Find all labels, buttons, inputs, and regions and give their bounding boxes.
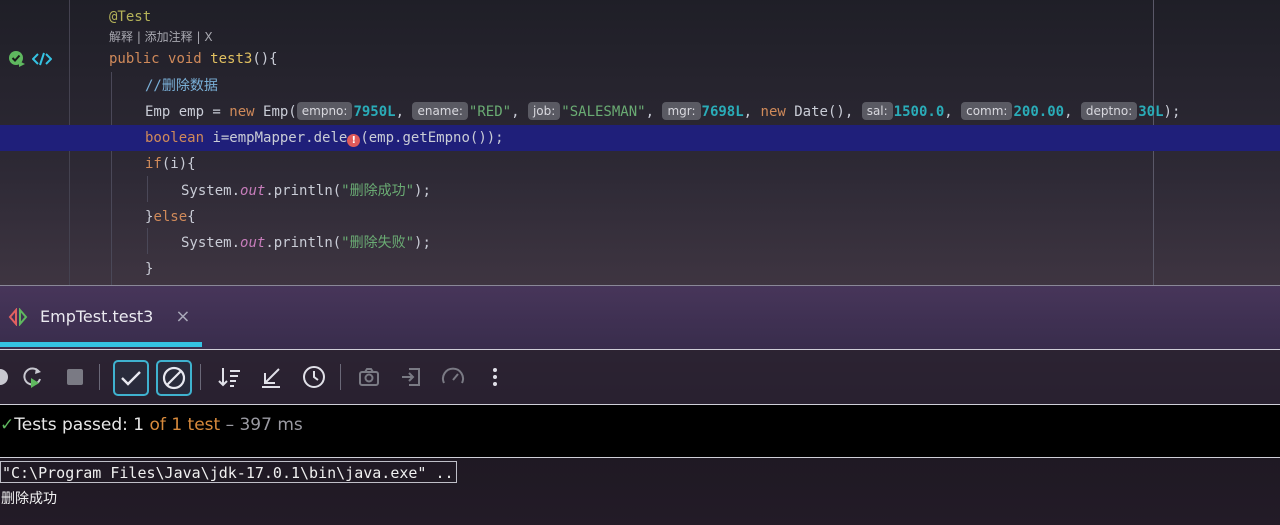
field-ref: out [240, 235, 266, 251]
code-editor[interactable]: @Test 解释 | 添加注释 | X public void test3(){… [0, 0, 1280, 285]
tab-title: EmpTest.test3 [40, 307, 154, 326]
argument-value: 1500.0 [893, 104, 945, 120]
keyword: new [229, 104, 255, 120]
code-text: .println( [265, 183, 342, 199]
console-output[interactable]: "C:\Program Files\Java\jdk-17.0.1\bin\ja… [0, 458, 1280, 525]
code-text: ); [1163, 104, 1181, 120]
tests-status: ✓Tests passed: 1 of 1 test – 397 ms [0, 415, 303, 435]
run-tabbar: EmpTest.test3 × [0, 286, 1280, 349]
annotation: @Test [109, 9, 152, 25]
error-bulb-icon[interactable]: ! [347, 134, 361, 147]
console-output-line: 删除成功 [1, 491, 57, 507]
parameter-hint: mgr: [662, 102, 701, 120]
test-results-bar: ✓Tests passed: 1 of 1 test – 397 ms [0, 404, 1280, 458]
parameter-hint: job: [527, 102, 561, 120]
import-icon[interactable] [397, 363, 425, 391]
close-icon[interactable]: × [175, 306, 190, 327]
status-passed-count: 1 [133, 415, 145, 435]
toolbar-separator [200, 364, 201, 390]
parameter-hint: sal: [861, 102, 893, 120]
sort-icon[interactable] [215, 363, 243, 391]
show-passed-icon[interactable] [113, 360, 149, 396]
code-text: System. [181, 235, 241, 251]
code-text: Emp emp = [145, 104, 230, 120]
code-text: System. [181, 183, 241, 199]
field-ref: out [240, 183, 266, 199]
code-text: (i){ [161, 156, 196, 172]
keyword: if [145, 156, 162, 172]
string-literal: "删除成功" [341, 183, 415, 199]
argument-value: new Date() [760, 104, 845, 120]
code-line[interactable]: public void test3(){ [0, 46, 1280, 72]
coverage-icon[interactable] [439, 363, 467, 391]
string-literal: "删除失败" [341, 235, 415, 251]
status-prefix: Tests passed: [14, 415, 134, 435]
run-icon[interactable] [0, 363, 14, 391]
argument-value: "RED" [468, 104, 512, 120]
keyword: boolean [145, 130, 205, 146]
code-text: i=empMapper.dele [204, 130, 348, 146]
code-text: Emp( [254, 104, 297, 120]
parameter-hint: comm: [961, 102, 1013, 120]
command-line[interactable]: "C:\Program Files\Java\jdk-17.0.1\bin\ja… [0, 461, 457, 483]
code-line[interactable]: }else{ [0, 204, 1280, 230]
argument-value: 200.00 [1013, 104, 1065, 120]
parameter-hint: deptno: [1080, 102, 1138, 120]
code-text: ); [414, 183, 431, 199]
code-text: { [187, 209, 196, 225]
argument-value: 7950L [353, 104, 396, 120]
code-line[interactable]: System.out.println("删除失败"); [0, 230, 1280, 256]
show-ignored-icon[interactable] [156, 360, 192, 396]
code-text: .println( [265, 235, 342, 251]
code-text: ); [414, 235, 431, 251]
status-total: of 1 test [144, 415, 221, 435]
code-line[interactable]: if(i){ [0, 151, 1280, 177]
code-text: (emp.getEmpno()); [360, 130, 504, 146]
rerun-failed-icon[interactable] [18, 363, 46, 391]
toolbar-separator [99, 364, 100, 390]
toolbar-separator [340, 364, 341, 390]
status-duration: – 397 ms [220, 415, 303, 435]
parameter-hint: empno: [296, 102, 353, 120]
screenshot-icon[interactable] [355, 363, 383, 391]
collapse-icon[interactable] [257, 363, 285, 391]
argument-value: "SALESMAN" [561, 104, 646, 120]
code-line[interactable]: System.out.println("删除成功"); [0, 178, 1280, 204]
current-line-highlight[interactable]: boolean i=empMapper.dele! (emp.getEmpno()… [0, 125, 1280, 151]
code-line[interactable]: Emp emp = new Emp(empno: 7950L, ename: "RE… [0, 99, 1280, 125]
stop-icon[interactable] [61, 363, 89, 391]
code-line[interactable]: } [0, 256, 1280, 282]
keyword: public [109, 51, 160, 67]
argument-value: 7698L [701, 104, 744, 120]
parameter-hint: ename: [412, 102, 468, 120]
code-line[interactable]: @Test [0, 4, 1280, 30]
keyword: else [153, 209, 188, 225]
code-comment: //删除数据 [145, 78, 218, 94]
keyword: void [168, 51, 202, 67]
check-icon: ✓ [0, 415, 15, 435]
tab-run-config[interactable]: EmpTest.test3 × [8, 306, 190, 327]
active-tab-indicator [0, 342, 202, 347]
run-toolbar [0, 350, 1280, 404]
ai-codelens[interactable]: 解释 | 添加注释 | X [109, 28, 213, 45]
code-line[interactable]: //删除数据 [0, 73, 1280, 99]
history-icon[interactable] [300, 363, 328, 391]
test-config-icon [8, 307, 28, 326]
code-text: } [145, 261, 154, 277]
method-name: test3 [210, 51, 253, 67]
code-text: (){ [252, 51, 278, 67]
argument-value: 30L [1138, 104, 1164, 120]
more-icon[interactable] [481, 363, 509, 391]
